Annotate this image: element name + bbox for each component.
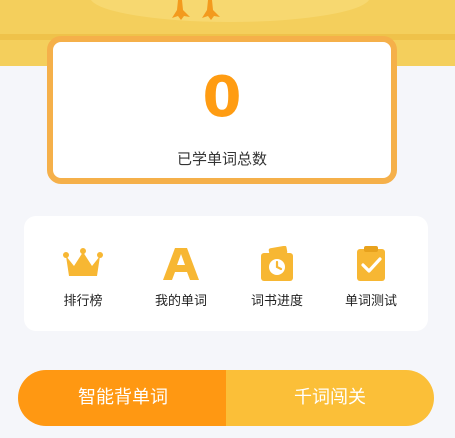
thousand-words-challenge-button[interactable]: 千词闯关 xyxy=(226,370,434,426)
total-words-card: 0 已学单词总数 xyxy=(47,36,397,184)
clipboard-check-icon xyxy=(357,246,385,281)
book-clock-icon xyxy=(261,246,293,281)
smart-memorize-button[interactable]: 智能背单词 xyxy=(18,370,228,426)
menu-label-my-words: 我的单词 xyxy=(154,294,207,309)
total-words-label: 已学单词总数 xyxy=(176,150,267,168)
menu-label-book-progress: 词书进度 xyxy=(250,294,303,309)
feature-menu: 排行榜 我的单词 词书进度 单词测试 xyxy=(24,216,428,331)
menu-item-my-words[interactable]: 我的单词 xyxy=(136,238,226,318)
banner-cloud xyxy=(90,0,370,22)
menu-label-word-test: 单词测试 xyxy=(344,294,397,309)
menu-item-leaderboard[interactable]: 排行榜 xyxy=(38,238,128,318)
menu-item-word-test[interactable]: 单词测试 xyxy=(326,238,416,318)
crown-icon xyxy=(63,248,103,276)
menu-item-book-progress[interactable]: 词书进度 xyxy=(232,238,322,318)
menu-label-leaderboard: 排行榜 xyxy=(63,294,103,309)
total-words-count: 0 xyxy=(202,65,242,130)
letter-a-icon xyxy=(163,248,199,280)
duck-feet-icon xyxy=(172,0,220,20)
